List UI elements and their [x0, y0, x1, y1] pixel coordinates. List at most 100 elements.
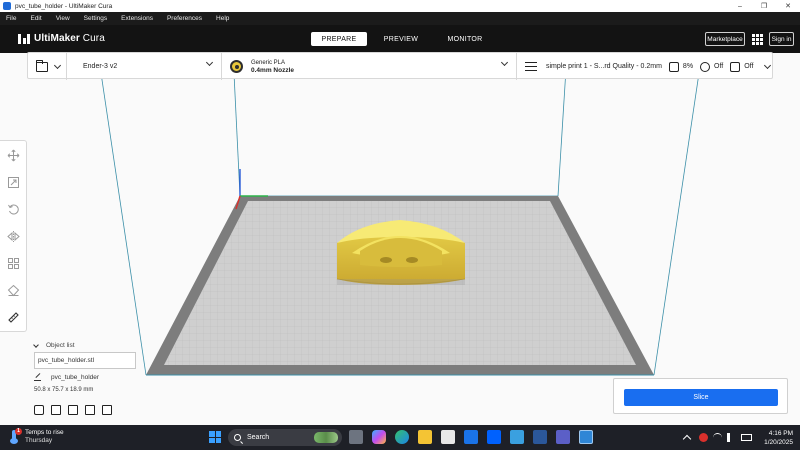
- store-icon[interactable]: [441, 430, 455, 444]
- weather-widget[interactable]: 1 Temps to rise Thursday: [10, 427, 64, 444]
- sign-in-button[interactable]: Sign in: [769, 32, 794, 46]
- front-view-icon[interactable]: [51, 405, 61, 415]
- tab-prepare[interactable]: PREPARE: [311, 32, 367, 46]
- menu-view[interactable]: View: [56, 15, 70, 22]
- move-tool-icon[interactable]: [7, 149, 20, 162]
- infill-icon: [668, 61, 679, 72]
- chevron-down-icon: [764, 61, 772, 69]
- object-list-header: Object list: [46, 342, 75, 349]
- per-model-settings-icon[interactable]: [7, 257, 20, 270]
- dropbox-icon[interactable]: [487, 430, 501, 444]
- wifi-icon[interactable]: [713, 433, 722, 442]
- build-volume-edge: [653, 53, 703, 376]
- tool-palette: [0, 140, 27, 332]
- profile-name: simple print 1 - S...rd Quality - 0.2mm: [546, 63, 662, 70]
- menu-extensions[interactable]: Extensions: [121, 15, 153, 22]
- 3d-view-icon[interactable]: [34, 405, 44, 415]
- print-setup-toolbar: Ender-3 v2 Generic PLA 0.4mm Nozzle simp…: [27, 52, 774, 80]
- menu-bar: File Edit View Settings Extensions Prefe…: [0, 12, 800, 25]
- weather-headline: Temps to rise: [25, 429, 64, 436]
- taskbar-clock[interactable]: 4:16 PM 1/20/2025: [757, 430, 793, 446]
- menu-settings[interactable]: Settings: [84, 15, 108, 22]
- slice-button[interactable]: Slice: [624, 389, 778, 406]
- taskbar-search[interactable]: Search: [228, 429, 342, 446]
- cura-app-icon: [3, 2, 11, 10]
- minimize-button[interactable]: –: [728, 0, 752, 12]
- ultimaker-cura-logo: UltiMaker Cura: [18, 33, 105, 44]
- task-view-icon[interactable]: [349, 430, 363, 444]
- support-value: Off: [714, 63, 724, 70]
- photos-icon[interactable]: [510, 430, 524, 444]
- system-tray: [682, 433, 757, 444]
- object-dimensions: 50.8 x 75.7 x 18.9 mm: [34, 387, 94, 393]
- tab-monitor[interactable]: MONITOR: [435, 32, 495, 46]
- security-icon[interactable]: [699, 433, 708, 442]
- ultimaker-logo-icon: [18, 33, 30, 44]
- cura-taskbar-icon[interactable]: [579, 430, 593, 444]
- material-selector[interactable]: Generic PLA 0.4mm Nozzle: [222, 53, 517, 80]
- print-settings-selector[interactable]: simple print 1 - S...rd Quality - 0.2mm …: [517, 53, 774, 80]
- tab-preview[interactable]: PREVIEW: [371, 32, 431, 46]
- battery-icon[interactable]: [741, 434, 752, 441]
- weather-badge: 1: [15, 427, 22, 435]
- outlook-icon[interactable]: [464, 430, 478, 444]
- object-list-file[interactable]: pvc_tube_holder.stl: [34, 352, 136, 369]
- open-file-button[interactable]: [28, 53, 67, 80]
- slice-panel: Slice: [613, 378, 788, 414]
- object-list-toggle[interactable]: Object list: [33, 341, 156, 349]
- measure-tool-icon[interactable]: [7, 311, 20, 324]
- chevron-down-icon: [33, 341, 39, 348]
- app-header: UltiMaker Cura PREPARE PREVIEW MONITOR M…: [0, 25, 800, 53]
- apps-grid-icon[interactable]: [752, 34, 763, 45]
- filament-spool-icon: [230, 60, 243, 73]
- maximize-button[interactable]: ❐: [752, 0, 776, 12]
- top-view-icon[interactable]: [68, 405, 78, 415]
- chevron-up-icon[interactable]: [682, 434, 692, 444]
- clock-date: 1/20/2025: [764, 439, 793, 446]
- printer-name: Ender-3 v2: [83, 63, 118, 70]
- object-name: pvc_tube_holder: [51, 374, 100, 381]
- brand-name-regular: Cura: [79, 33, 105, 44]
- material-name: Generic PLA: [251, 59, 286, 66]
- right-view-icon[interactable]: [102, 405, 112, 415]
- weather-day: Thursday: [25, 437, 53, 444]
- brand-name-bold: UltiMaker: [34, 33, 80, 44]
- window-title-bar: pvc_tube_holder - UltiMaker Cura – ❐ ✕: [0, 0, 800, 12]
- pencil-icon[interactable]: [34, 373, 41, 381]
- windows-start-icon[interactable]: [209, 431, 221, 443]
- build-volume-edge: [97, 53, 147, 376]
- rotate-tool-icon[interactable]: [7, 203, 20, 216]
- search-highlight-image: [314, 432, 338, 443]
- search-label: Search: [247, 434, 270, 441]
- printer-selector[interactable]: Ender-3 v2: [72, 53, 222, 80]
- thermometer-icon: 1: [10, 427, 22, 444]
- window-title: pvc_tube_holder - UltiMaker Cura: [15, 2, 113, 10]
- chevron-down-icon: [500, 58, 509, 67]
- menu-file[interactable]: File: [6, 15, 16, 22]
- scale-tool-icon[interactable]: [7, 176, 20, 189]
- support-blocker-icon[interactable]: [7, 284, 20, 297]
- object-name-row[interactable]: pvc_tube_holder: [34, 373, 156, 381]
- menu-edit[interactable]: Edit: [30, 15, 41, 22]
- volume-icon[interactable]: [727, 433, 736, 442]
- edge-browser-icon[interactable]: [395, 430, 409, 444]
- object-list-panel: Object list pvc_tube_holder.stl pvc_tube…: [26, 341, 156, 393]
- camera-view-buttons: [34, 405, 119, 415]
- nozzle-size: 0.4mm Nozzle: [251, 66, 294, 74]
- close-button[interactable]: ✕: [776, 0, 800, 12]
- infill-value: 8%: [682, 63, 694, 70]
- clock-time: 4:16 PM: [768, 430, 793, 437]
- left-view-icon[interactable]: [85, 405, 95, 415]
- menu-preferences[interactable]: Preferences: [167, 15, 202, 22]
- adhesion-icon: [730, 61, 741, 72]
- folder-icon: [36, 59, 48, 72]
- teams-icon[interactable]: [556, 430, 570, 444]
- word-icon[interactable]: [533, 430, 547, 444]
- marketplace-button[interactable]: Marketplace: [705, 32, 745, 46]
- search-icon: [234, 434, 241, 441]
- menu-help[interactable]: Help: [216, 15, 229, 22]
- copilot-icon[interactable]: [372, 430, 386, 444]
- mirror-tool-icon[interactable]: [7, 230, 20, 243]
- file-explorer-icon[interactable]: [418, 430, 432, 444]
- chevron-down-icon: [53, 61, 62, 69]
